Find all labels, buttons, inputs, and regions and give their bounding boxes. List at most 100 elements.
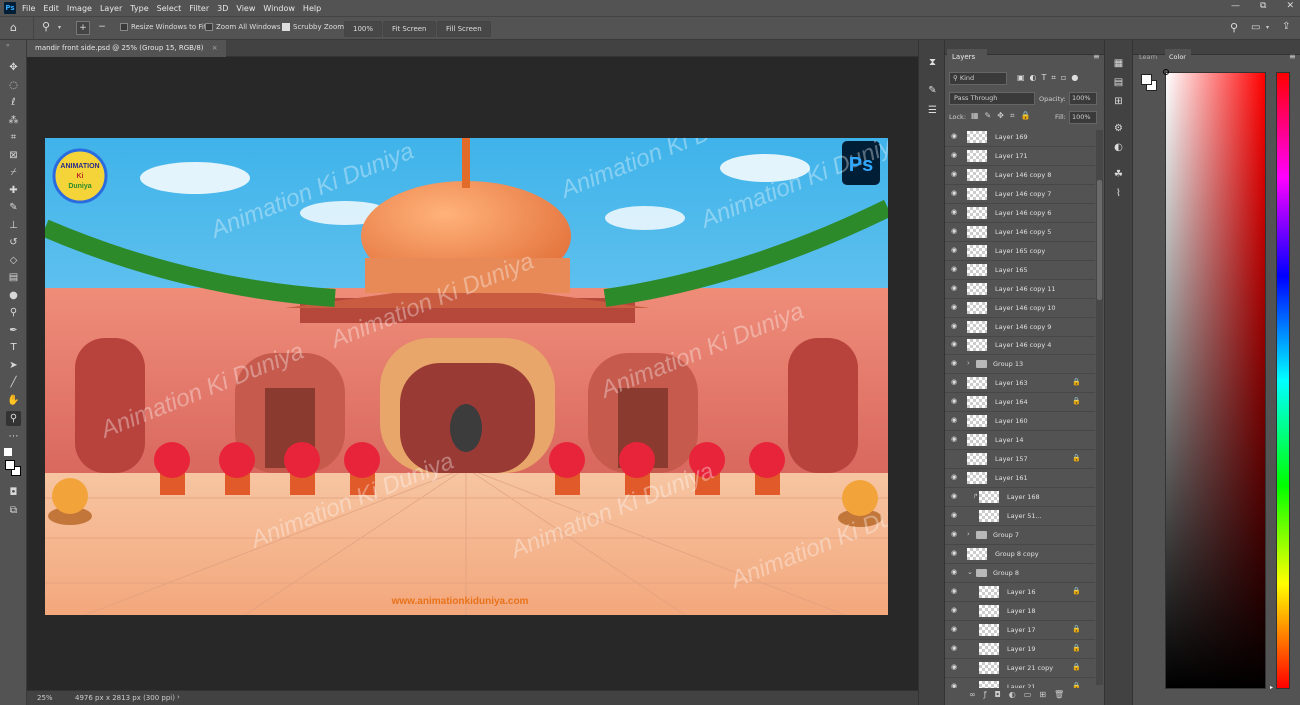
zoom-100-button[interactable]: 100% <box>344 21 383 37</box>
status-zoom[interactable]: 25% <box>37 694 53 702</box>
layer-row[interactable]: ◉ Layer 146 copy 5 <box>945 223 1095 242</box>
collapse-arrows-icon[interactable]: » <box>6 42 10 49</box>
layer-row[interactable]: ◉ Layer 146 copy 8 <box>945 166 1095 185</box>
type-tool-icon[interactable]: T <box>6 340 21 355</box>
patterns-panel-icon[interactable]: ⊞ <box>1112 95 1125 108</box>
visibility-eye-icon[interactable]: ◉ <box>951 644 960 653</box>
magic-wand-tool-icon[interactable]: ⁂ <box>6 113 21 128</box>
visibility-eye-icon[interactable]: ◉ <box>951 227 960 236</box>
lock-options-icons[interactable]: ▦✎✥⌗🔒 <box>971 111 1036 121</box>
visibility-eye-icon[interactable]: ◉ <box>951 568 960 577</box>
layer-row[interactable]: ◉ Layer 16 🔒 <box>945 583 1095 602</box>
scrollbar-thumb[interactable] <box>1097 180 1102 300</box>
layer-row[interactable]: ◉ Layer 163 🔒 <box>945 374 1095 394</box>
layer-row[interactable]: ◉ Group 8 copy <box>945 545 1095 564</box>
layer-row[interactable]: ◉ Layer 17 🔒 <box>945 621 1095 640</box>
layer-row[interactable]: ◉ Layer 171 <box>945 147 1095 166</box>
opacity-input[interactable]: 100% <box>1069 92 1097 105</box>
visibility-eye-icon[interactable]: ◉ <box>951 170 960 179</box>
close-tab-button[interactable]: × <box>212 44 218 52</box>
menu-image[interactable]: Image <box>67 4 92 13</box>
screen-mode-icon[interactable]: ⧉ <box>6 503 21 518</box>
layer-row[interactable]: ◉ Layer 146 copy 6 <box>945 204 1095 223</box>
layer-row[interactable]: ◉ Layer 51... <box>945 507 1095 526</box>
layer-row[interactable]: ◉ ⌄ Group 8 <box>945 564 1095 583</box>
photoshop-app-icon[interactable]: Ps <box>4 2 16 14</box>
color-saturation-field[interactable] <box>1165 72 1266 689</box>
visibility-eye-icon[interactable]: ◉ <box>951 189 960 198</box>
visibility-eye-icon[interactable]: ◉ <box>951 663 960 672</box>
layer-row[interactable]: ◉ Layer 18 <box>945 602 1095 621</box>
history-brush-tool-icon[interactable]: ↺ <box>6 235 21 250</box>
swatches-panel-icon[interactable]: ▦ <box>1112 57 1125 70</box>
blur-tool-icon[interactable]: ● <box>6 288 21 303</box>
default-colors-icon[interactable] <box>4 448 12 456</box>
visibility-eye-icon[interactable]: ◉ <box>951 530 960 539</box>
gradients-panel-icon[interactable]: ▤ <box>1112 76 1125 89</box>
layer-row[interactable]: ◉ Layer 161 <box>945 469 1095 489</box>
learn-tab[interactable]: Learn <box>1139 53 1157 61</box>
foreground-color-swatch[interactable] <box>5 460 15 470</box>
share-icon[interactable]: ⇪ <box>1282 21 1290 32</box>
layer-row[interactable]: Layer 157 🔒 <box>945 450 1095 470</box>
dodge-tool-icon[interactable]: ⚲ <box>6 305 21 320</box>
visibility-eye-icon[interactable]: ◉ <box>951 625 960 634</box>
layer-row[interactable]: ◉ Layer 160 <box>945 412 1095 432</box>
color-foreground-swatch[interactable] <box>1141 74 1152 85</box>
zoom-all-windows-checkbox[interactable]: Zoom All Windows <box>205 23 281 31</box>
zoom-tool-icon[interactable]: ⚲ <box>6 411 21 426</box>
layer-row[interactable]: ◉ Layer 21 copy 🔒 <box>945 659 1095 678</box>
gradient-tool-icon[interactable]: ▤ <box>6 270 21 285</box>
line-tool-icon[interactable]: ╱ <box>6 375 21 390</box>
menu-help[interactable]: Help <box>303 4 321 13</box>
artwork-canvas[interactable]: Animation Ki Duniya Animation Ki Duniya … <box>45 138 888 615</box>
visibility-eye-icon[interactable]: ◉ <box>951 511 960 520</box>
chevron-right-icon[interactable]: › <box>967 359 970 367</box>
fit-screen-button[interactable]: Fit Screen <box>383 21 436 37</box>
paths-panel-icon[interactable]: ⌇ <box>1112 187 1125 200</box>
path-selection-tool-icon[interactable]: ➤ <box>6 358 21 373</box>
visibility-eye-icon[interactable]: ◉ <box>951 492 960 501</box>
minimize-button[interactable]: — <box>1231 1 1240 11</box>
chevron-down-icon[interactable]: ⌄ <box>967 568 973 576</box>
layers-tab[interactable]: Layers <box>947 49 987 65</box>
visibility-eye-icon[interactable]: ◉ <box>951 132 960 141</box>
panel-menu-icon[interactable]: ≡ <box>1289 52 1296 61</box>
visibility-eye-icon[interactable]: ◉ <box>951 359 960 368</box>
menu-file[interactable]: File <box>22 4 35 13</box>
layer-row[interactable]: ◉ ↱ Layer 168 <box>945 488 1095 508</box>
filter-kind-select[interactable]: ⚲ Kind <box>949 72 1007 85</box>
layer-filter-icons[interactable]: ▣◐T⌗▫● <box>1017 73 1083 83</box>
adjustments-panel-icon[interactable]: ◐ <box>1112 141 1125 154</box>
visibility-eye-icon[interactable]: ◉ <box>951 416 960 425</box>
history-panel-icon[interactable]: ⧗ <box>926 56 939 69</box>
menu-view[interactable]: View <box>236 4 255 13</box>
visibility-eye-icon[interactable] <box>951 454 960 463</box>
brush-tool-icon[interactable]: ✎ <box>6 200 21 215</box>
search-icon[interactable]: ⚲ <box>1230 21 1238 34</box>
zoom-tool-preset-icon[interactable]: ⚲ <box>42 20 50 33</box>
layer-row[interactable]: ◉ Layer 21 🔒 <box>945 678 1095 688</box>
chevron-down-icon[interactable]: ▾ <box>58 24 61 31</box>
visibility-eye-icon[interactable]: ◉ <box>951 265 960 274</box>
eyedropper-tool-icon[interactable]: ⌿ <box>6 165 21 180</box>
layer-row[interactable]: ◉ Layer 169 <box>945 128 1095 147</box>
home-icon[interactable]: ⌂ <box>10 21 17 34</box>
visibility-eye-icon[interactable]: ◉ <box>951 246 960 255</box>
visibility-eye-icon[interactable]: ◉ <box>951 435 960 444</box>
visibility-eye-icon[interactable]: ◉ <box>951 284 960 293</box>
frame-tool-icon[interactable]: ⊠ <box>6 148 21 163</box>
visibility-eye-icon[interactable]: ◉ <box>951 473 960 482</box>
menu-filter[interactable]: Filter <box>189 4 209 13</box>
layer-row[interactable]: ◉ › Group 13 <box>945 355 1095 375</box>
pen-tool-icon[interactable]: ✒ <box>6 323 21 338</box>
color-tab[interactable]: Color <box>1165 49 1191 65</box>
status-arrow-icon[interactable]: › <box>177 693 180 701</box>
layer-row[interactable]: ◉ Layer 19 🔒 <box>945 640 1095 659</box>
workspace-icon[interactable]: ▭ <box>1251 22 1260 33</box>
color-picker-handle[interactable] <box>1163 69 1169 75</box>
hand-tool-icon[interactable]: ✋ <box>6 393 21 408</box>
marquee-tool-icon[interactable]: ◌ <box>6 78 21 93</box>
menu-edit[interactable]: Edit <box>43 4 59 13</box>
properties-panel-icon[interactable]: ⚙ <box>1112 122 1125 135</box>
